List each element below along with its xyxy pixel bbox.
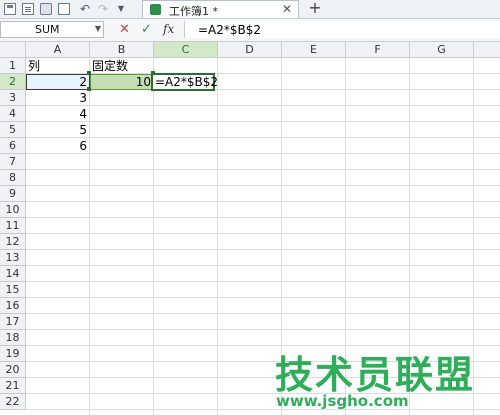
watermark-url: www.jsgho.com xyxy=(276,392,409,410)
row-header-21[interactable]: 21 xyxy=(0,378,26,394)
cell-b2[interactable]: 10 xyxy=(90,74,154,90)
row-header-16[interactable]: 16 xyxy=(0,298,26,314)
cell-a3[interactable]: 3 xyxy=(26,90,90,106)
print-icon[interactable] xyxy=(40,3,52,15)
row-header-15[interactable]: 15 xyxy=(0,282,26,298)
redo-icon[interactable]: ↷ xyxy=(96,3,110,15)
cancel-icon[interactable]: ✕ xyxy=(119,22,130,37)
grid-line xyxy=(26,137,500,138)
column-header-g[interactable]: G xyxy=(410,42,474,58)
grid-line xyxy=(26,409,500,410)
spreadsheet-icon xyxy=(150,4,161,15)
row-header-5[interactable]: 5 xyxy=(0,122,26,138)
grid-line xyxy=(217,58,218,415)
grid-line xyxy=(26,153,500,154)
row-header-18[interactable]: 18 xyxy=(0,330,26,346)
undo-icon[interactable]: ↶ xyxy=(78,3,92,15)
column-header-a[interactable]: A xyxy=(26,42,90,58)
grid-line xyxy=(26,185,500,186)
grid-line xyxy=(153,58,154,415)
row-header-4[interactable]: 4 xyxy=(0,106,26,122)
row-header-17[interactable]: 17 xyxy=(0,314,26,330)
grid-line xyxy=(26,313,500,314)
row-header-22[interactable]: 22 xyxy=(0,394,26,410)
grid-line xyxy=(26,281,500,282)
row-header-14[interactable]: 14 xyxy=(0,266,26,282)
row-header-10[interactable]: 10 xyxy=(0,202,26,218)
watermark-logo-text: 技术员联盟 xyxy=(275,353,476,397)
select-all-corner[interactable] xyxy=(0,42,26,58)
cell-c2[interactable]: =A2*$B$2 xyxy=(153,74,218,90)
cell-b1[interactable]: 固定数 xyxy=(90,58,154,74)
column-header-b[interactable]: B xyxy=(90,42,154,58)
name-box-value: SUM xyxy=(35,23,60,36)
row-header-9[interactable]: 9 xyxy=(0,186,26,202)
insert-function-icon[interactable]: fx xyxy=(163,22,174,36)
row-header-2[interactable]: 2 xyxy=(0,74,26,90)
column-header-e[interactable]: E xyxy=(282,42,346,58)
quick-access-toolbar: ↶ ↷ ▼ 工作簿1 * ✕ + xyxy=(0,0,500,19)
grid-line xyxy=(26,169,500,170)
row-header-13[interactable]: 13 xyxy=(0,250,26,266)
print-preview-icon[interactable] xyxy=(58,3,70,15)
grid-line xyxy=(26,329,500,330)
row-header-20[interactable]: 20 xyxy=(0,362,26,378)
cell-a1[interactable]: 列 xyxy=(26,58,90,74)
grid-line xyxy=(26,201,500,202)
formula-input[interactable]: =A2*$B$2 xyxy=(184,21,500,38)
workbook-tab[interactable]: 工作簿1 * ✕ xyxy=(142,0,299,18)
formula-text: =A2*$B$2 xyxy=(198,23,262,37)
row-header-6[interactable]: 6 xyxy=(0,138,26,154)
cell-a6[interactable]: 6 xyxy=(26,138,90,154)
row-header-12[interactable]: 12 xyxy=(0,234,26,250)
grid-line xyxy=(26,265,500,266)
row-header-8[interactable]: 8 xyxy=(0,170,26,186)
row-header-1[interactable]: 1 xyxy=(0,58,26,74)
cell-a2[interactable]: 2 xyxy=(26,74,90,90)
column-header-filler xyxy=(474,42,500,58)
grid-line xyxy=(26,217,500,218)
enter-icon[interactable]: ✓ xyxy=(141,22,152,37)
cell-a4[interactable]: 4 xyxy=(26,106,90,122)
column-header-f[interactable]: F xyxy=(346,42,410,58)
formula-bar: SUM ▼ ✕ ✓ fx =A2*$B$2 xyxy=(0,19,500,42)
new-tab-button[interactable]: + xyxy=(306,0,324,18)
document-icon[interactable] xyxy=(22,3,34,15)
name-box[interactable]: SUM ▼ xyxy=(0,21,104,38)
close-icon[interactable]: ✕ xyxy=(282,2,292,16)
grid-line xyxy=(26,105,500,106)
row-header-7[interactable]: 7 xyxy=(0,154,26,170)
tab-title: 工作簿1 * xyxy=(169,5,218,18)
row-header-11[interactable]: 11 xyxy=(0,218,26,234)
grid-line xyxy=(26,249,500,250)
chevron-down-icon[interactable]: ▼ xyxy=(95,24,101,33)
grid-line xyxy=(26,297,500,298)
save-icon[interactable] xyxy=(4,3,16,15)
column-header-c[interactable]: C xyxy=(154,42,218,58)
grid-line xyxy=(26,121,500,122)
row-header-19[interactable]: 19 xyxy=(0,346,26,362)
row-header-3[interactable]: 3 xyxy=(0,90,26,106)
more-icon[interactable]: ▼ xyxy=(114,3,128,15)
cell-a5[interactable]: 5 xyxy=(26,122,90,138)
column-header-d[interactable]: D xyxy=(218,42,282,58)
grid-line xyxy=(26,233,500,234)
